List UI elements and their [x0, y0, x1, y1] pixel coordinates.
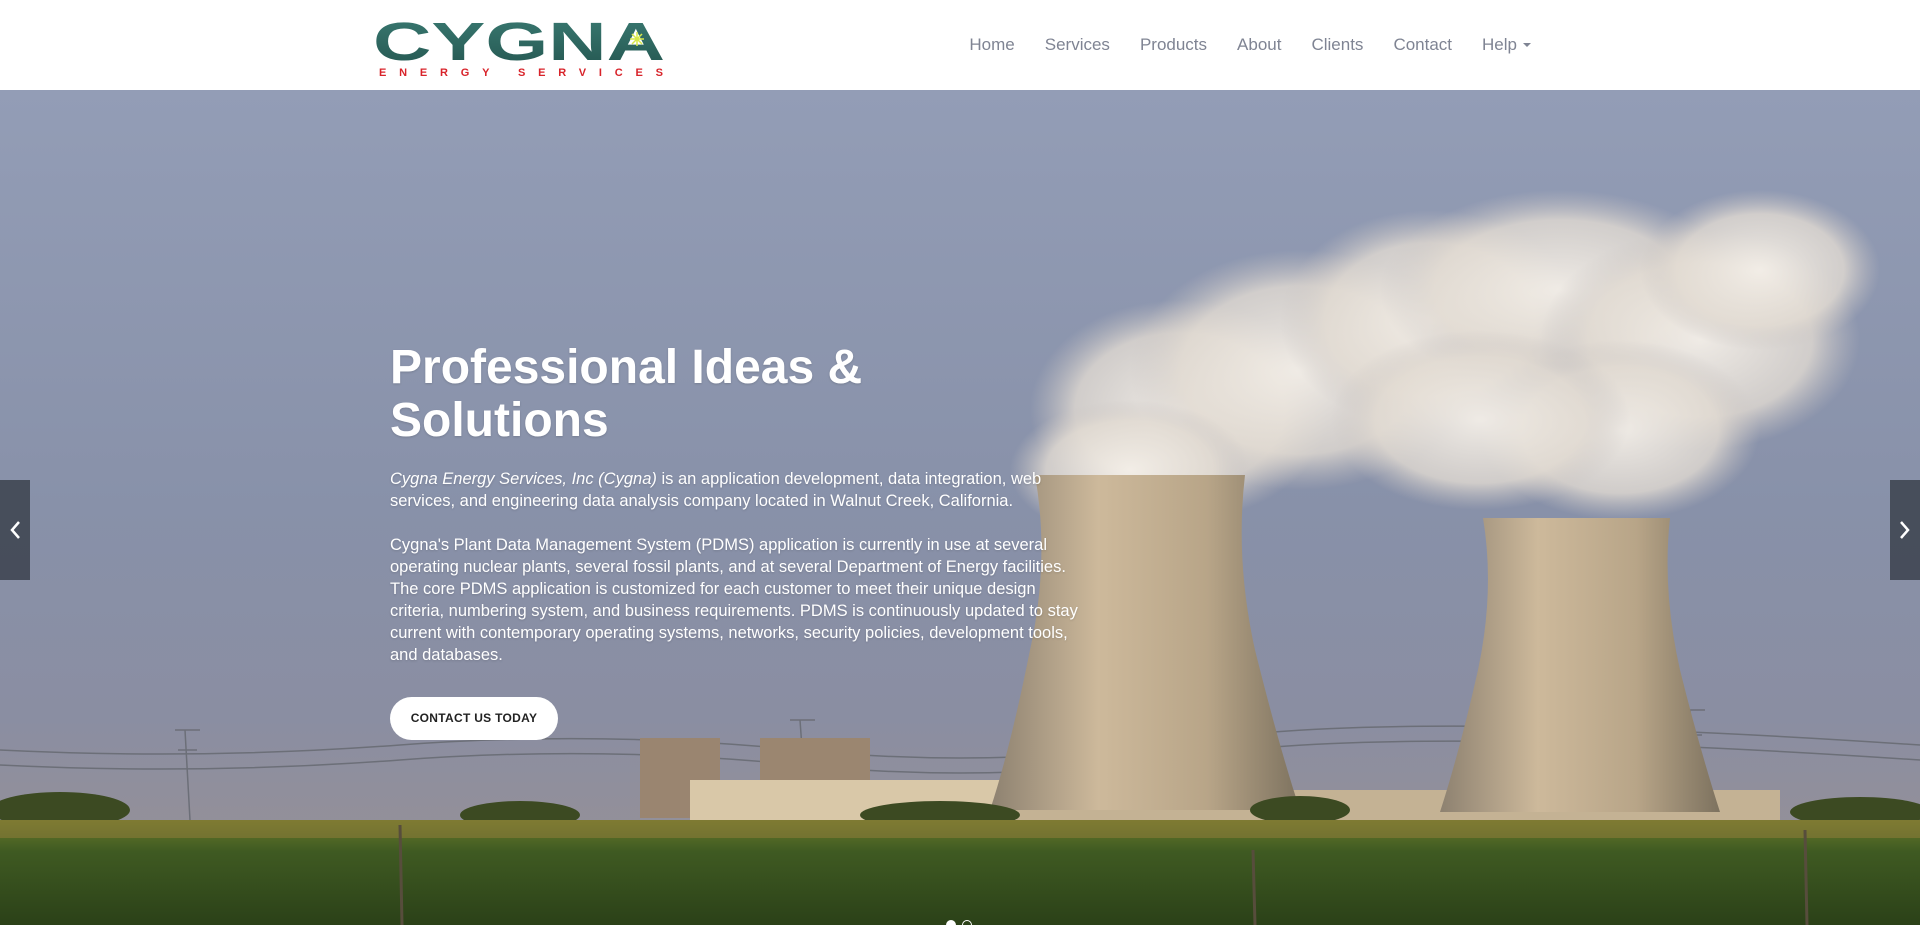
hero-paragraph-pdms: Cygna's Plant Data Management System (PD… [390, 535, 1078, 664]
nav-services-label: Services [1044, 35, 1110, 54]
cygna-logo-graphic: CYGNA ENERGY SERVICES [373, 16, 665, 78]
carousel-indicators [946, 920, 972, 925]
caret-down-icon [1523, 43, 1531, 47]
logo-subtitle: ENERGY SERVICES [379, 67, 663, 78]
nav-services[interactable]: Services [1045, 35, 1110, 55]
nav-clients-label: Clients [1311, 35, 1364, 54]
nav-help-dropdown[interactable]: Help [1482, 35, 1531, 55]
carousel-dot-2[interactable] [962, 920, 972, 925]
cygna-logo[interactable]: CYGNA ENERGY SERVICES [373, 16, 667, 78]
chevron-left-icon [10, 521, 20, 539]
nav-home[interactable]: Home [969, 35, 1014, 55]
main-nav: Home Services Products About Clients Con… [969, 0, 1531, 90]
hero-content: Professional Ideas & Solutions Cygna Ene… [390, 341, 1090, 740]
nav-products[interactable]: Products [1140, 35, 1207, 55]
hero-title: Professional Ideas & Solutions [390, 341, 863, 447]
nav-help-label: Help [1482, 35, 1517, 54]
nav-home-label: Home [969, 35, 1015, 54]
nav-contact[interactable]: Contact [1393, 35, 1452, 55]
chevron-right-icon [1900, 521, 1910, 539]
logo-wordmark: CYGNA [373, 16, 665, 72]
carousel-dot-1[interactable] [946, 920, 956, 925]
hero-intro-company: Cygna Energy Services, Inc (Cygna) [390, 469, 657, 488]
carousel-next-button[interactable] [1890, 480, 1920, 580]
hero-intro: Cygna Energy Services, Inc (Cygna) is an… [390, 468, 1090, 512]
hero-carousel: Professional Ideas & Solutions Cygna Ene… [0, 90, 1920, 925]
nav-about[interactable]: About [1237, 35, 1281, 55]
carousel-prev-button[interactable] [0, 480, 30, 580]
nav-clients[interactable]: Clients [1311, 35, 1363, 55]
logo-star-icon [630, 32, 644, 46]
nav-products-label: Products [1139, 35, 1208, 54]
nav-about-label: About [1237, 35, 1282, 54]
nav-contact-label: Contact [1393, 35, 1453, 54]
site-header: CYGNA ENERGY SERVICES Home Services Prod… [0, 0, 1920, 90]
contact-us-button[interactable]: CONTACT US TODAY [390, 696, 558, 740]
